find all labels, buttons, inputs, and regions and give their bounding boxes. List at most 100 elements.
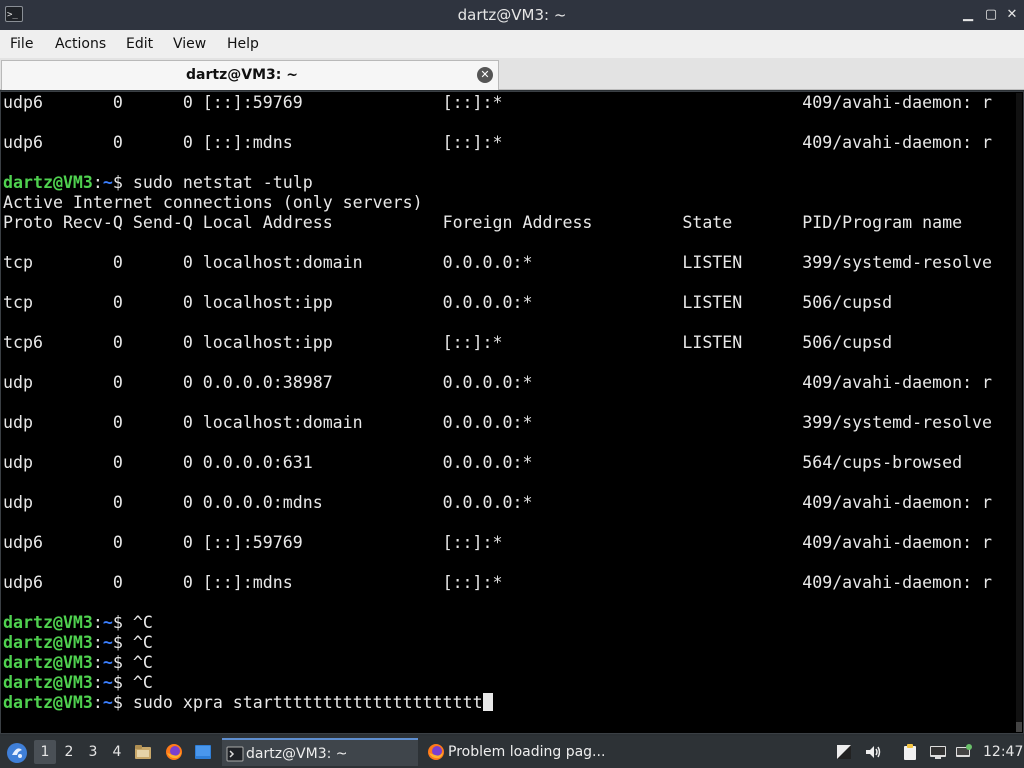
prompt-end: $ [112, 693, 133, 712]
tab-bar: dartz@VM3: ~ ✕ [0, 58, 1024, 90]
output-text: udp6 0 0 [::]:59769 [::]:* 409/avahi-dae… [3, 93, 993, 112]
terminal-line: tcp 0 0 localhost:domain 0.0.0.0:* LISTE… [3, 253, 1015, 273]
output-text: udp 0 0 0.0.0.0:38987 0.0.0.0:* 409/avah… [3, 373, 993, 392]
prompt-user: dartz@VM3 [3, 653, 93, 672]
clock[interactable]: 12:47 [983, 736, 1023, 768]
menu-edit[interactable]: Edit [126, 30, 153, 58]
menubar: File Actions Edit View Help [0, 30, 1024, 58]
color-picker-icon[interactable] [835, 743, 853, 761]
display-icon[interactable] [929, 743, 947, 761]
command-text: ^C [132, 673, 153, 692]
task-label: dartz@VM3: ~ [246, 746, 348, 762]
terminal-line: dartz@VM3:~$ sudo xpra starttttttttttttt… [3, 693, 1015, 713]
file-manager-icon[interactable] [134, 743, 152, 761]
terminal-line: dartz@VM3:~$ sudo netstat -tulp [3, 173, 1015, 193]
terminal-line: tcp6 0 0 localhost:ipp [::]:* LISTEN 506… [3, 333, 1015, 353]
output-text: tcp 0 0 localhost:domain 0.0.0.0:* LISTE… [3, 253, 993, 272]
prompt-user: dartz@VM3 [3, 673, 93, 692]
prompt-user: dartz@VM3 [3, 613, 93, 632]
workspace-3[interactable]: 3 [82, 740, 104, 764]
terminal-line: Proto Recv-Q Send-Q Local Address Foreig… [3, 213, 1015, 233]
prompt-path: ~ [102, 633, 113, 652]
tab-close-icon[interactable]: ✕ [477, 67, 493, 83]
output-text: Proto Recv-Q Send-Q Local Address Foreig… [3, 213, 963, 232]
scrollbar-thumb[interactable] [1016, 722, 1022, 732]
prompt-separator: : [92, 673, 103, 692]
prompt-end: $ [112, 613, 133, 632]
minimize-button[interactable]: ▁ [960, 6, 976, 24]
terminal-line: dartz@VM3:~$ ^C [3, 613, 1015, 633]
text-cursor [482, 693, 493, 711]
prompt-path: ~ [102, 673, 113, 692]
prompt-separator: : [92, 613, 103, 632]
prompt-path: ~ [102, 613, 113, 632]
output-text: udp 0 0 0.0.0.0:631 0.0.0.0:* 564/cups-b… [3, 453, 963, 472]
network-icon[interactable] [954, 743, 972, 761]
terminal-output[interactable]: udp6 0 0 [::]:59769 [::]:* 409/avahi-dae… [3, 93, 1015, 733]
prompt-path: ~ [102, 693, 113, 712]
output-text: tcp6 0 0 localhost:ipp [::]:* LISTEN 506… [3, 333, 893, 352]
workspace-2[interactable]: 2 [58, 740, 80, 764]
prompt-separator: : [92, 693, 103, 712]
command-text: ^C [132, 653, 153, 672]
command-text: ^C [132, 613, 153, 632]
terminal-line: udp 0 0 0.0.0.0:mdns 0.0.0.0:* 409/avahi… [3, 493, 1015, 513]
output-text: tcp 0 0 localhost:ipp 0.0.0.0:* LISTEN 5… [3, 293, 893, 312]
terminal-line: udp 0 0 localhost:domain 0.0.0.0:* 399/s… [3, 413, 1015, 433]
workspace-4[interactable]: 4 [106, 740, 128, 764]
command-text: sudo xpra starttttttttttttttttttttt [132, 693, 483, 712]
prompt-user: dartz@VM3 [3, 173, 93, 192]
start-menu-icon[interactable] [6, 742, 28, 764]
prompt-user: dartz@VM3 [3, 633, 93, 652]
taskbar: 1 2 3 4 dartz@VM3: ~ Problem loading pag… [0, 736, 1024, 768]
workspace-1[interactable]: 1 [34, 740, 56, 764]
tab-label: dartz@VM3: ~ [186, 67, 298, 83]
maximize-button[interactable]: ▢ [983, 6, 999, 24]
menu-actions[interactable]: Actions [55, 30, 106, 58]
menu-view[interactable]: View [173, 30, 206, 58]
menu-help[interactable]: Help [227, 30, 259, 58]
menu-file[interactable]: File [10, 30, 33, 58]
clipboard-icon[interactable] [901, 743, 919, 761]
prompt-path: ~ [102, 173, 113, 192]
output-text: Active Internet connections (only server… [3, 193, 423, 212]
task-terminal-window[interactable]: dartz@VM3: ~ [222, 738, 418, 766]
terminal-view[interactable]: udp6 0 0 [::]:59769 [::]:* 409/avahi-dae… [0, 91, 1024, 734]
prompt-end: $ [112, 673, 133, 692]
volume-icon[interactable] [864, 743, 882, 761]
output-text: udp6 0 0 [::]:mdns [::]:* 409/avahi-daem… [3, 573, 993, 592]
tab-terminal[interactable]: dartz@VM3: ~ ✕ [1, 60, 499, 90]
terminal-line: udp 0 0 0.0.0.0:631 0.0.0.0:* 564/cups-b… [3, 453, 1015, 473]
prompt-separator: : [92, 633, 103, 652]
terminal-icon [226, 746, 244, 762]
terminal-line: udp6 0 0 [::]:59769 [::]:* 409/avahi-dae… [3, 533, 1015, 553]
prompt-user: dartz@VM3 [3, 693, 93, 712]
window-titlebar[interactable]: >_ dartz@VM3: ~ ▁ ▢ ✕ [0, 0, 1024, 30]
output-text: udp 0 0 localhost:domain 0.0.0.0:* 399/s… [3, 413, 993, 432]
terminal-line: dartz@VM3:~$ ^C [3, 633, 1015, 653]
output-text: udp6 0 0 [::]:59769 [::]:* 409/avahi-dae… [3, 533, 993, 552]
task-firefox-window[interactable]: Problem loading pag... [424, 738, 624, 766]
prompt-end: $ [112, 633, 133, 652]
output-text: udp 0 0 0.0.0.0:mdns 0.0.0.0:* 409/avahi… [3, 493, 993, 512]
terminal-line: udp6 0 0 [::]:mdns [::]:* 409/avahi-daem… [3, 133, 1015, 153]
terminal-scrollbar[interactable] [1016, 93, 1022, 732]
show-desktop-icon[interactable] [194, 743, 212, 761]
terminal-line: dartz@VM3:~$ ^C [3, 673, 1015, 693]
terminal-line: udp6 0 0 [::]:mdns [::]:* 409/avahi-daem… [3, 573, 1015, 593]
prompt-path: ~ [102, 653, 113, 672]
terminal-line: udp6 0 0 [::]:59769 [::]:* 409/avahi-dae… [3, 93, 1015, 113]
terminal-line: tcp 0 0 localhost:ipp 0.0.0.0:* LISTEN 5… [3, 293, 1015, 313]
command-text: sudo netstat -tulp [132, 173, 313, 192]
close-window-button[interactable]: ✕ [1004, 6, 1020, 24]
firefox-launcher-icon[interactable] [165, 743, 183, 761]
